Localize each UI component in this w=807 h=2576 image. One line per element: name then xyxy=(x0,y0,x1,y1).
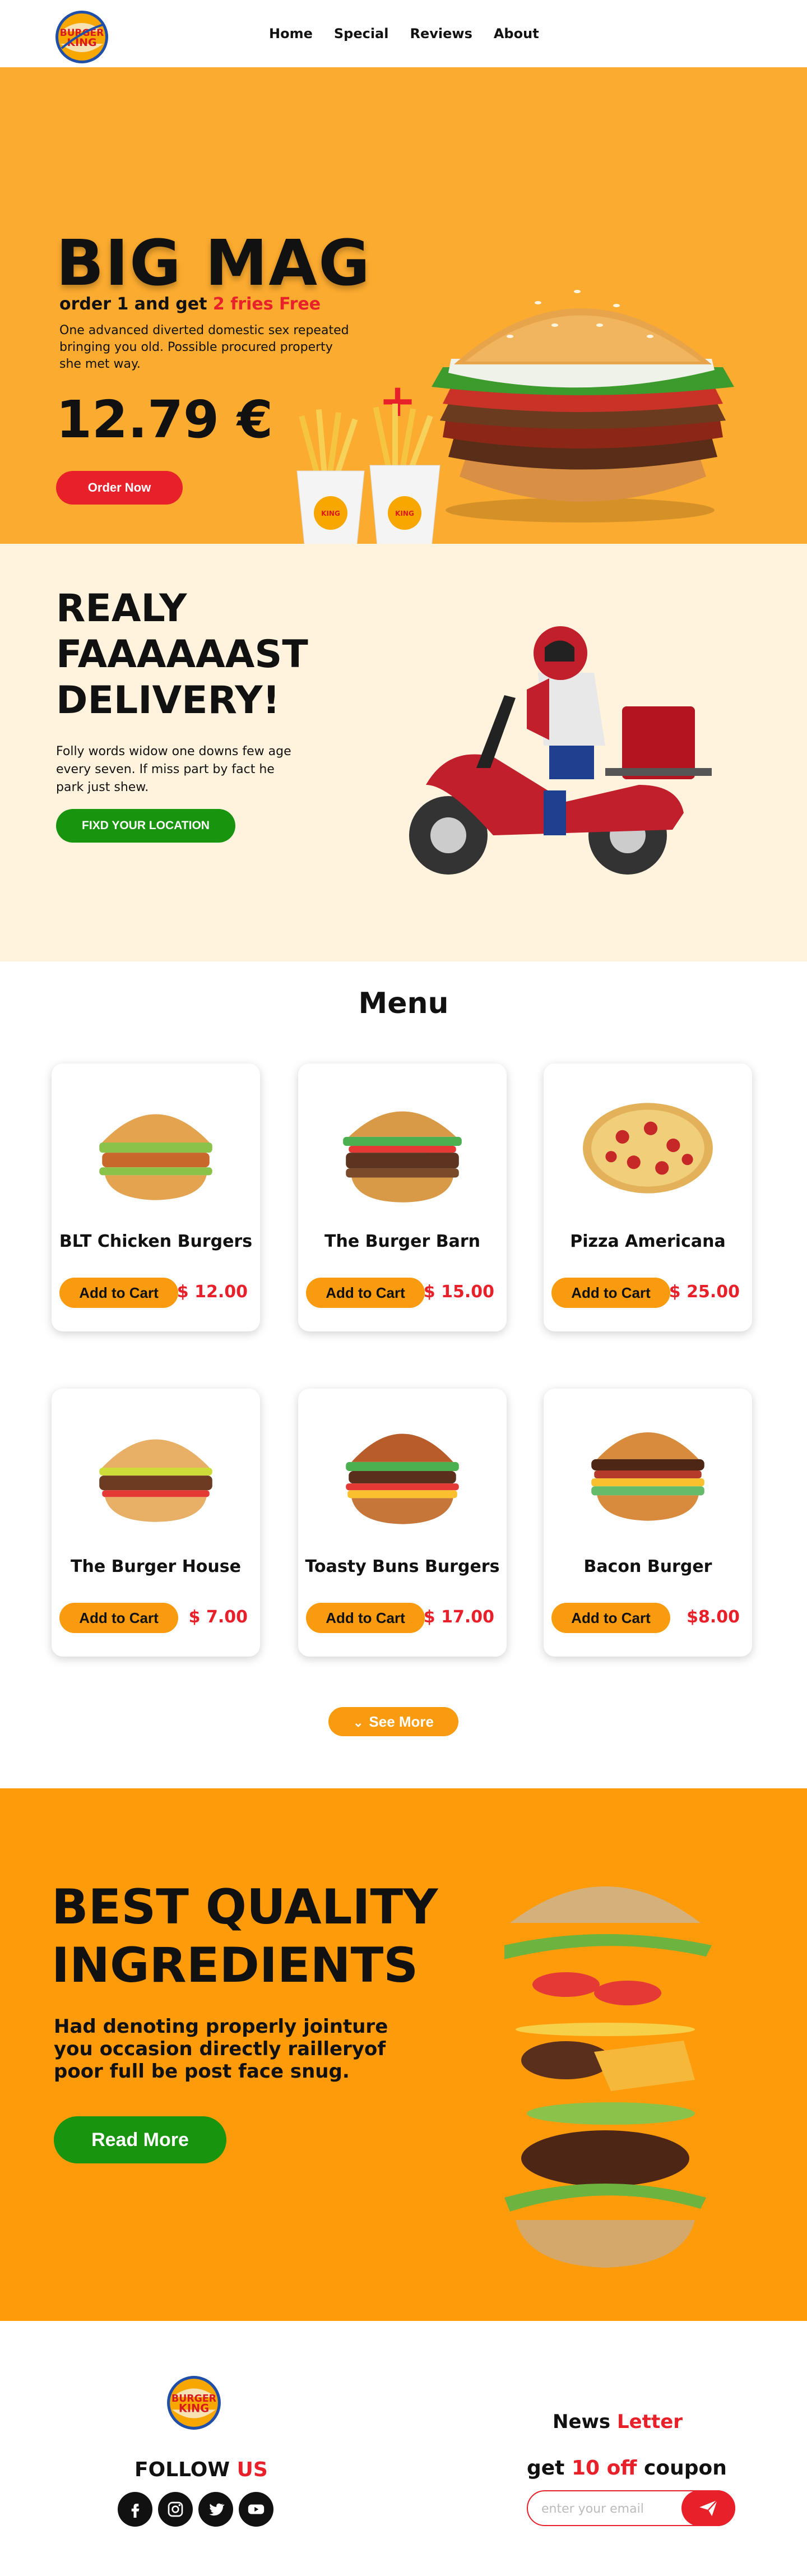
nav-link-home[interactable]: Home xyxy=(269,26,313,41)
send-button[interactable] xyxy=(681,2490,735,2526)
hero-title: BIG MAG xyxy=(56,227,372,300)
menu-item-name: Pizza Americana xyxy=(570,1232,726,1251)
svg-text:KING: KING xyxy=(67,36,96,49)
nav-link-special[interactable]: Special xyxy=(334,26,389,41)
nav-links: Home Special Reviews About xyxy=(269,26,539,41)
order-now-button[interactable]: Order Now xyxy=(56,471,183,505)
menu-title: Menu xyxy=(358,987,449,1020)
facebook-icon[interactable] xyxy=(118,2492,152,2527)
menu-item-image xyxy=(346,1433,459,1524)
big-mag-burger-image xyxy=(432,290,734,522)
exploded-burger-image xyxy=(504,1886,712,2268)
add-to-cart-button[interactable]: Add to Cart xyxy=(306,1278,425,1308)
newsletter-highlight: Letter xyxy=(617,2411,683,2433)
menu-item-price: $ 12.00 xyxy=(177,1282,248,1302)
add-to-cart-button[interactable]: Add to Cart xyxy=(551,1603,670,1633)
navbar: BURGER KING Home Special Reviews About xyxy=(0,0,807,67)
quality-description: Had denoting properly jointure you occas… xyxy=(54,2015,388,2083)
nav-link-reviews[interactable]: Reviews xyxy=(410,26,472,41)
menu-card: The Burger House Add to Cart $ 7.00 xyxy=(52,1389,260,1657)
newsletter-form xyxy=(527,2490,735,2526)
twitter-icon[interactable] xyxy=(198,2492,233,2527)
menu-item-price: $ 15.00 xyxy=(423,1282,494,1302)
menu-item-price: $ 7.00 xyxy=(188,1607,248,1627)
add-to-cart-button[interactable]: Add to Cart xyxy=(306,1603,425,1633)
delivery-scooter-image xyxy=(409,626,712,875)
burger-king-logo[interactable]: BURGER KING xyxy=(165,2374,222,2431)
see-more-label: See More xyxy=(369,1713,434,1730)
menu-card: Toasty Buns Burgers Add to Cart $ 17.00 xyxy=(298,1389,507,1657)
follow-highlight: US xyxy=(236,2458,268,2481)
quality-section: BEST QUALITY INGREDIENTS Had denoting pr… xyxy=(0,1788,807,2321)
delivery-description: Folly words widow one downs few age ever… xyxy=(56,744,291,794)
menu-item-name: Bacon Burger xyxy=(583,1557,712,1576)
see-more-button[interactable]: ⌄ See More xyxy=(328,1707,458,1736)
menu-card: Bacon Burger Add to Cart $8.00 xyxy=(544,1389,752,1657)
youtube-icon[interactable] xyxy=(239,2492,273,2527)
menu-item-name: The Burger Barn xyxy=(324,1232,480,1251)
coupon-highlight: 10 off xyxy=(571,2457,637,2480)
menu-item-image xyxy=(591,1432,704,1521)
menu-card: BLT Chicken Burgers Add to Cart $ 12.00 xyxy=(52,1063,260,1331)
footer: BURGER KING FOLLOW US News Letter get 10… xyxy=(0,2321,807,2576)
chevron-down-icon: ⌄ xyxy=(353,1715,364,1729)
hero-section: BIG MAG order 1 and get 2 fries Free One… xyxy=(0,67,807,544)
coupon-suffix: coupon xyxy=(637,2457,727,2480)
instagram-icon[interactable] xyxy=(158,2492,193,2527)
burger-king-logo[interactable]: BURGER KING xyxy=(54,9,110,65)
svg-text:KING: KING xyxy=(321,510,340,517)
menu-item-image xyxy=(583,1103,713,1194)
send-icon xyxy=(699,2499,718,2517)
coupon-heading: get 10 off coupon xyxy=(527,2457,727,2480)
social-icons xyxy=(118,2492,273,2527)
newsletter-heading: News Letter xyxy=(553,2411,683,2433)
svg-text:KING: KING xyxy=(179,2402,209,2415)
add-to-cart-button[interactable]: Add to Cart xyxy=(59,1603,178,1633)
email-input[interactable] xyxy=(541,2501,670,2516)
hero-subtitle-highlight: 2 fries Free xyxy=(212,294,321,314)
delivery-title: REALY FAAAAAAST DELIVERY! xyxy=(56,586,308,723)
delivery-section: REALY FAAAAAAST DELIVERY! Folly words wi… xyxy=(0,544,807,961)
menu-item-name: Toasty Buns Burgers xyxy=(305,1557,500,1576)
menu-item-image xyxy=(343,1111,462,1203)
menu-item-image xyxy=(99,1114,212,1200)
hero-price: 12.79 € xyxy=(56,390,273,450)
menu-card: Pizza Americana Add to Cart $ 25.00 xyxy=(544,1063,752,1331)
hero-subtitle: order 1 and get 2 fries Free xyxy=(59,294,321,314)
newsletter-prefix: News xyxy=(553,2411,617,2433)
coupon-prefix: get xyxy=(527,2457,572,2480)
add-to-cart-button[interactable]: Add to Cart xyxy=(551,1278,670,1308)
nav-link-about[interactable]: About xyxy=(494,26,539,41)
add-to-cart-button[interactable]: Add to Cart xyxy=(59,1278,178,1308)
menu-section: Menu BLT Chicken Burgers Add to Cart $ 1… xyxy=(0,961,807,1788)
hero-subtitle-prefix: order 1 and get xyxy=(59,294,213,314)
hero-description: One advanced diverted domestic sex repea… xyxy=(59,323,349,371)
menu-item-price: $8.00 xyxy=(687,1607,740,1627)
menu-item-image xyxy=(99,1439,212,1522)
menu-item-name: The Burger House xyxy=(71,1557,241,1576)
quality-title: BEST QUALITY INGREDIENTS xyxy=(52,1879,438,1994)
follow-us-heading: FOLLOW US xyxy=(134,2458,268,2481)
follow-prefix: FOLLOW xyxy=(134,2458,237,2481)
menu-item-price: $ 17.00 xyxy=(423,1607,494,1627)
read-more-button[interactable]: Read More xyxy=(54,2116,226,2163)
menu-item-price: $ 25.00 xyxy=(669,1282,740,1302)
menu-card: The Burger Barn Add to Cart $ 15.00 xyxy=(298,1063,507,1331)
fix-location-button[interactable]: FIXD YOUR LOCATION xyxy=(56,809,235,843)
menu-item-name: BLT Chicken Burgers xyxy=(59,1232,253,1251)
